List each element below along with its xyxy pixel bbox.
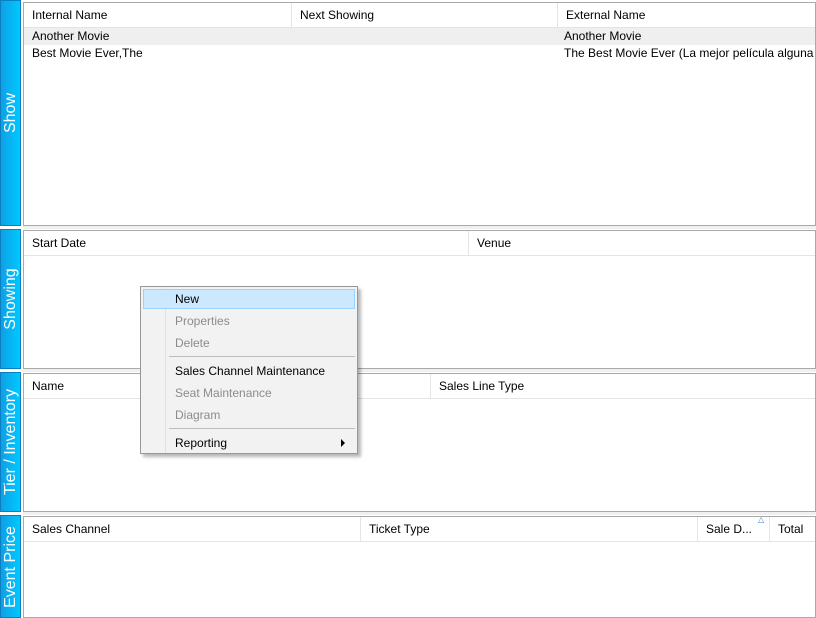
tier-inventory-band[interactable]: Tier / Inventory [0, 372, 21, 512]
showing-band[interactable]: Showing [0, 229, 21, 369]
menu-item-seat-maintenance: Seat Maintenance [175, 386, 272, 400]
table-row[interactable]: Best Movie Ever,The The Best Movie Ever … [24, 45, 816, 62]
showing-grid-header: Start Date Venue [24, 231, 815, 256]
showing-band-label: Showing [1, 268, 19, 330]
menu-item-sales-channel-maintenance[interactable]: Sales Channel Maintenance [143, 361, 355, 381]
menu-separator [169, 356, 355, 357]
show-grid[interactable]: Internal Name Next Showing External Name… [23, 2, 816, 226]
menu-item-delete: Delete [175, 336, 210, 350]
menu-separator [169, 428, 355, 429]
event-price-grid-header: Sales Channel Ticket Type Sale D... Tota… [24, 515, 816, 542]
sort-ascending-icon: △ [758, 515, 765, 524]
event-price-band-label: Event Price [1, 525, 19, 608]
show-band[interactable]: Show [0, 0, 21, 226]
context-menu: New Properties Delete Sales Channel Main… [140, 286, 358, 454]
column-header-ticket-type[interactable]: Ticket Type [361, 517, 698, 541]
show-grid-header: Internal Name Next Showing External Name [24, 3, 815, 28]
column-header-sales-channel[interactable]: Sales Channel [24, 517, 361, 541]
menu-item-reporting[interactable]: Reporting [143, 433, 355, 453]
menu-item-new[interactable]: New [143, 289, 355, 309]
cell-internal-name: Another Movie [32, 29, 110, 43]
column-header-external-name[interactable]: External Name [558, 3, 816, 27]
cell-external-name: The Best Movie Ever (La mejor película a… [564, 46, 816, 60]
column-header-next-showing[interactable]: Next Showing [292, 3, 558, 27]
splitter[interactable] [23, 226, 816, 229]
column-header-venue[interactable]: Venue [469, 231, 816, 255]
event-price-band[interactable]: Event Price [0, 515, 21, 618]
event-price-grid[interactable]: Sales Channel Ticket Type Sale D... Tota… [23, 516, 816, 618]
column-header-sales-line-type[interactable]: Sales Line Type [431, 374, 816, 398]
column-header-start-date[interactable]: Start Date [24, 231, 469, 255]
submenu-arrow-icon [341, 439, 345, 447]
table-row[interactable]: Another Movie Another Movie [24, 28, 815, 45]
cell-internal-name: Best Movie Ever,The [32, 46, 143, 60]
cell-external-name: Another Movie [564, 29, 642, 43]
column-header-total[interactable]: Total [770, 517, 816, 541]
menu-item-reporting-label: Reporting [175, 436, 228, 450]
show-band-label: Show [1, 92, 19, 134]
tier-inventory-band-label: Tier / Inventory [1, 388, 19, 496]
menu-item-diagram: Diagram [175, 408, 221, 422]
column-header-internal-name[interactable]: Internal Name [24, 3, 292, 27]
splitter[interactable] [23, 512, 816, 515]
menu-item-properties: Properties [175, 314, 230, 328]
